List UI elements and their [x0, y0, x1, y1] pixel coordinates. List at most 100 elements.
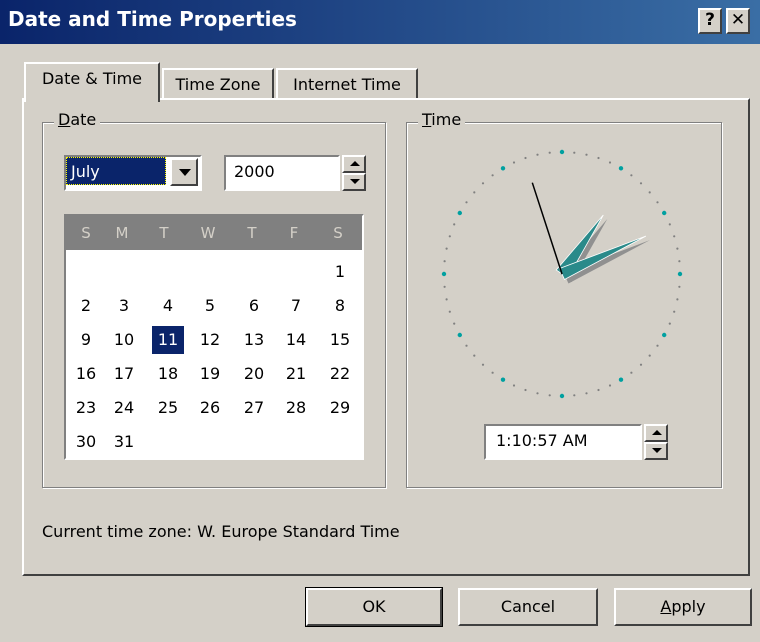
clock-minute-mark — [648, 354, 651, 357]
tab-time-zone[interactable]: Time Zone — [162, 68, 274, 102]
clock-minute-mark — [448, 310, 451, 313]
calendar-day[interactable]: 27 — [238, 394, 270, 422]
calendar[interactable]: S M T W T F S 1 2 3 4 5 6 7 8 9 10 11 12 13 14 15 16 17 1… — [64, 214, 364, 460]
calendar-day[interactable]: 5 — [194, 292, 226, 320]
clock-hour-mark — [457, 332, 462, 338]
calendar-day[interactable]: 26 — [194, 394, 226, 422]
calendar-day[interactable]: 6 — [238, 292, 270, 320]
calendar-day[interactable]: 23 — [70, 394, 102, 422]
calendar-day[interactable]: 10 — [108, 326, 140, 354]
clock-hands — [531, 182, 650, 284]
weekday-mon: M — [115, 224, 129, 242]
calendar-day[interactable]: 15 — [324, 326, 356, 354]
clock-minute-mark — [656, 201, 659, 204]
clock-minute-mark — [608, 384, 612, 387]
clock-minute-mark — [481, 182, 485, 185]
clock-hour-mark — [618, 377, 624, 382]
calendar-day[interactable]: 24 — [108, 394, 140, 422]
tab-date-time[interactable]: Date & Time — [24, 62, 160, 102]
clock-minute-mark — [597, 388, 600, 392]
clock-hour-mark — [500, 166, 506, 171]
current-time-zone: Current time zone: W. Europe Standard Ti… — [42, 522, 400, 541]
clock-minute-mark — [630, 174, 633, 177]
clock-minute-mark — [548, 151, 551, 154]
clock-minute-mark — [673, 310, 676, 313]
calendar-day[interactable]: 8 — [324, 292, 356, 320]
calendar-day[interactable]: 21 — [280, 360, 312, 388]
clock-hour-mark — [662, 332, 667, 338]
apply-button[interactable]: Apply — [614, 588, 752, 626]
calendar-day[interactable]: 30 — [70, 428, 102, 456]
tab-internet-time[interactable]: Internet Time — [276, 68, 418, 102]
clock-minute-mark — [536, 392, 539, 395]
clock-minute-mark — [491, 174, 494, 177]
clock-minute-mark — [648, 191, 651, 194]
calendar-day[interactable]: 1 — [324, 258, 356, 286]
clock-minute-mark — [573, 151, 576, 154]
down-arrow-icon — [350, 179, 360, 184]
clock-minute-mark — [597, 156, 600, 160]
clock-minute-mark — [656, 344, 659, 347]
clock-minute-mark — [448, 235, 451, 238]
calendar-day[interactable]: 19 — [194, 360, 226, 388]
calendar-day[interactable]: 17 — [108, 360, 140, 388]
calendar-day[interactable]: 31 — [108, 428, 140, 456]
calendar-day-selected[interactable]: 11 — [152, 326, 184, 354]
calendar-day[interactable]: 3 — [108, 292, 140, 320]
calendar-day[interactable]: 13 — [238, 326, 270, 354]
clock-minute-mark — [673, 235, 676, 238]
clock-minute-mark — [639, 363, 643, 366]
calendar-day[interactable]: 4 — [152, 292, 184, 320]
clock-minute-mark — [453, 223, 456, 226]
clock-minute-mark — [473, 354, 476, 357]
ok-button[interactable]: OK — [305, 587, 443, 627]
calendar-day[interactable]: 7 — [280, 292, 312, 320]
calendar-day[interactable]: 22 — [324, 360, 356, 388]
clock-minute-mark — [473, 191, 476, 194]
clock-minute-mark — [668, 322, 671, 325]
help-button[interactable]: ? — [698, 8, 722, 34]
calendar-day[interactable]: 25 — [152, 394, 184, 422]
clock-minute-mark — [608, 161, 612, 164]
clock-minute-mark — [445, 298, 448, 301]
calendar-day[interactable]: 2 — [70, 292, 102, 320]
calendar-day[interactable]: 9 — [70, 326, 102, 354]
close-button[interactable]: ✕ — [726, 8, 750, 34]
clock-minute-mark — [512, 384, 516, 387]
clock-minute-mark — [678, 285, 681, 288]
year-spin-up[interactable] — [342, 155, 366, 173]
clock-minute-mark — [639, 182, 643, 185]
calendar-day[interactable]: 12 — [194, 326, 226, 354]
calendar-day[interactable]: 20 — [238, 360, 270, 388]
second-hand — [531, 182, 563, 275]
clock-minute-mark — [585, 153, 588, 156]
calendar-day[interactable]: 16 — [70, 360, 102, 388]
window-title: Date and Time Properties — [8, 7, 297, 31]
chevron-down-icon — [179, 169, 191, 176]
clock-minute-mark — [481, 363, 485, 366]
clock-minute-mark — [443, 285, 446, 288]
weekday-fri: F — [289, 224, 299, 242]
clock-minute-mark — [630, 371, 633, 374]
time-group-label: Time — [418, 110, 466, 129]
time-spin-up[interactable] — [644, 424, 668, 442]
clock-hour-mark — [677, 271, 683, 277]
clock-hour-mark — [500, 377, 506, 382]
month-dropdown-button[interactable] — [170, 158, 198, 186]
calendar-day[interactable]: 29 — [324, 394, 356, 422]
year-spin-down[interactable] — [342, 173, 366, 191]
time-input[interactable]: 1:10:57 AM — [484, 424, 642, 460]
month-value[interactable]: July — [66, 157, 166, 185]
clock-minute-mark — [524, 388, 527, 392]
down-arrow-icon — [652, 448, 662, 453]
clock-minute-mark — [453, 322, 456, 325]
analog-clock — [441, 149, 683, 399]
time-spin-down[interactable] — [644, 442, 668, 460]
clock-minute-mark — [445, 247, 448, 250]
calendar-day[interactable]: 14 — [280, 326, 312, 354]
calendar-day[interactable]: 28 — [280, 394, 312, 422]
cancel-button[interactable]: Cancel — [458, 588, 598, 626]
clock-minute-mark — [443, 260, 446, 263]
calendar-day[interactable]: 18 — [152, 360, 184, 388]
year-input[interactable]: 2000 — [224, 155, 340, 191]
